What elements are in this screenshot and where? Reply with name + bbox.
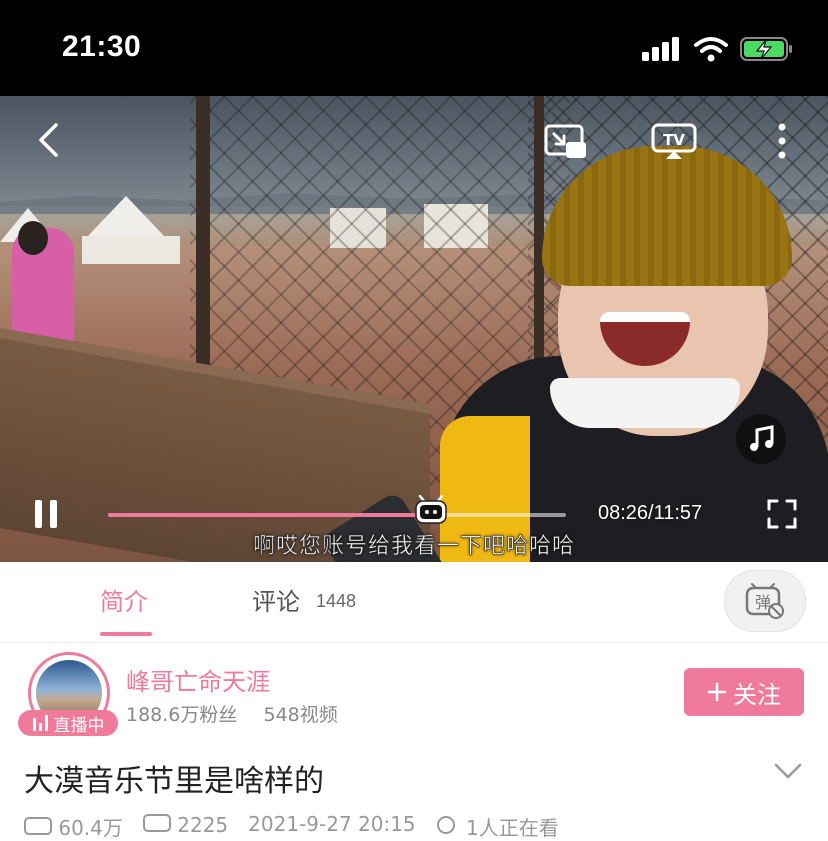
time-readout: 08:26/11:57 <box>598 502 703 524</box>
live-bars-icon <box>32 715 48 731</box>
video-subtitle: 啊哎您账号给我看一下吧哈哈哈 <box>252 534 575 560</box>
progress-bar[interactable] <box>108 494 566 524</box>
tv-cast-icon: TV <box>651 123 697 159</box>
cast-button[interactable]: TV <box>650 122 698 162</box>
video-frame-person-head <box>18 221 48 255</box>
fullscreen-icon <box>767 499 797 529</box>
picture-in-picture-icon <box>544 124 586 158</box>
comments-count: 1448 <box>316 591 357 611</box>
back-arrow-icon <box>39 123 58 157</box>
wifi-icon <box>694 37 728 62</box>
follow-label: 关注 <box>733 680 781 709</box>
view-count: 60.4万 <box>24 812 123 841</box>
danmaku-count-icon <box>142 814 171 832</box>
danmaku-toggle-icon: 弹 <box>745 583 784 619</box>
uploader-stats: 188.6万粉丝 548视频 <box>126 700 338 727</box>
video-count: 548视频 <box>263 704 338 726</box>
video-frame-tent <box>86 196 166 238</box>
music-button[interactable] <box>736 414 786 464</box>
live-label: 直播中 <box>53 715 105 736</box>
more-vertical-icon <box>778 123 786 159</box>
fans-count: 188.6万粉丝 <box>126 704 238 726</box>
bilibili-tv-thumb-icon <box>415 494 447 524</box>
pause-icon <box>35 500 57 528</box>
status-bar: 21:30 <box>0 0 828 96</box>
cellular-signal-icon <box>642 37 679 61</box>
publish-date: 2021-9-27 20:15 <box>248 812 416 836</box>
video-meta-row: 60.4万 2225 2021-9-27 20:15 1人正在看 <box>24 812 559 841</box>
uploader-name[interactable]: 峰哥亡命天涯 <box>126 662 270 697</box>
more-button[interactable] <box>768 120 796 162</box>
play-count-icon <box>24 817 52 835</box>
tab-active-indicator <box>100 632 152 636</box>
danmaku-count: 2225 <box>142 812 228 841</box>
status-time: 21:30 <box>62 30 142 63</box>
video-title: 大漠音乐节里是啥样的 <box>24 764 324 799</box>
video-frame-tent-body <box>82 236 180 264</box>
music-note-icon <box>750 425 774 451</box>
danmaku-toggle-button[interactable]: 弹 <box>724 570 806 632</box>
svg-text:TV: TV <box>663 131 685 149</box>
expand-description-button[interactable] <box>774 762 804 788</box>
plus-icon <box>707 682 727 702</box>
video-player[interactable]: TV 08:26/11:57 啊哎您账号给我看一下吧哈哈哈 <box>0 96 828 562</box>
watching-now: 1人正在看 <box>436 812 559 841</box>
progress-thumb[interactable] <box>414 494 448 525</box>
back-button[interactable] <box>28 120 68 160</box>
tab-intro[interactable]: 简介 <box>100 582 148 617</box>
watching-icon <box>436 816 455 834</box>
tab-comments[interactable]: 评论 <box>252 582 300 617</box>
battery-charging-icon <box>740 37 792 61</box>
detail-tabs: 简介 评论 1448 弹 <box>0 562 828 643</box>
follow-button[interactable]: 关注 <box>684 668 804 716</box>
uploader-section: 直播中 峰哥亡命天涯 188.6万粉丝 548视频 关注 <box>0 648 828 738</box>
progress-bar-fill <box>108 513 431 517</box>
live-badge[interactable]: 直播中 <box>18 710 118 736</box>
fullscreen-button[interactable] <box>764 496 800 532</box>
status-icons <box>642 36 794 62</box>
chevron-down-icon <box>774 763 802 779</box>
pip-button[interactable] <box>542 122 590 162</box>
